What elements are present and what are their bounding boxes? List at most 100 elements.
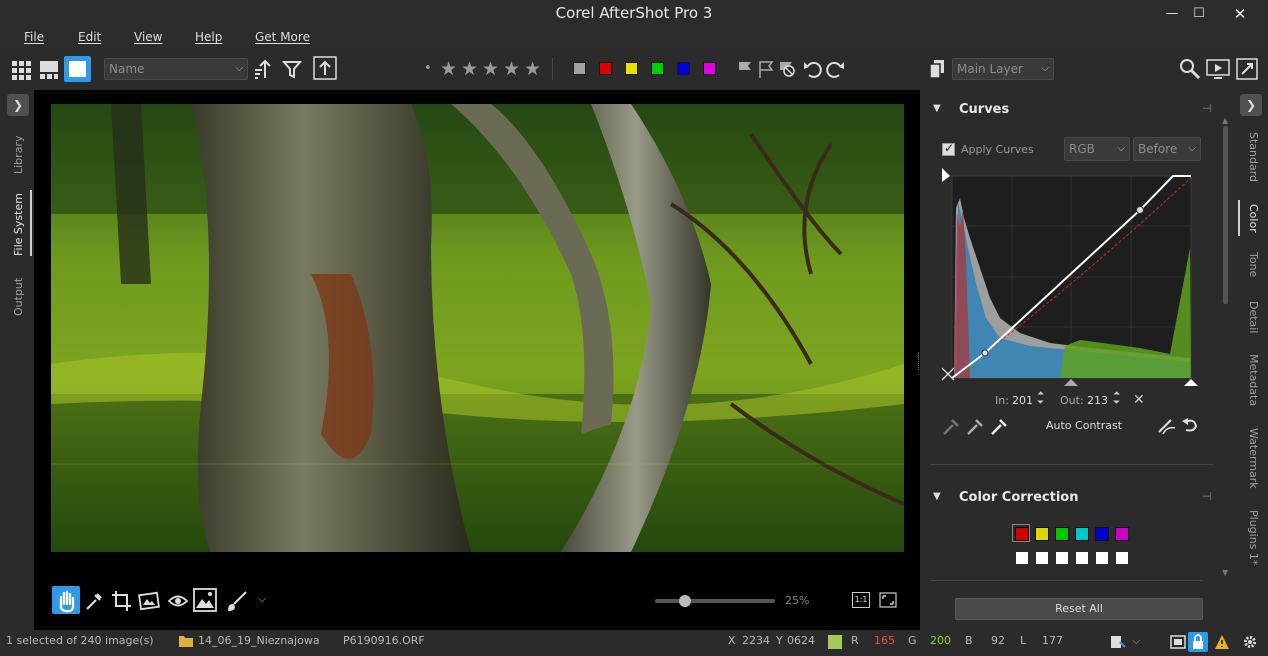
close-button[interactable]: ✕ — [1226, 4, 1254, 24]
flag-pick-icon[interactable] — [737, 58, 753, 80]
rating-star-2[interactable]: ★ — [461, 58, 478, 80]
splitter-handle[interactable] — [918, 352, 920, 370]
rating-clear-dot[interactable]: • — [424, 58, 432, 80]
panel-scrollbar[interactable]: ▲ ▼ — [1222, 116, 1230, 577]
filter-icon[interactable] — [282, 58, 302, 80]
reset-curve-icon[interactable] — [1180, 416, 1200, 436]
tab-watermark[interactable]: Watermark — [1247, 428, 1260, 489]
flag-reject-icon[interactable] — [758, 58, 774, 80]
tab-file-system[interactable]: File System — [12, 193, 25, 256]
eyedropper-icon[interactable] — [84, 590, 104, 612]
rating-star-5[interactable]: ★ — [524, 58, 541, 80]
settings-gear-icon[interactable] — [1242, 634, 1258, 650]
apply-curves-checkbox[interactable]: ✓ — [942, 141, 955, 156]
cc-target-swatch-5[interactable] — [1096, 552, 1108, 564]
tab-detail[interactable]: Detail — [1247, 301, 1260, 333]
color-label-1[interactable] — [573, 62, 586, 75]
zoom-slider-handle[interactable] — [679, 595, 691, 607]
tab-standard[interactable]: Standard — [1247, 132, 1260, 182]
channel-select[interactable]: RGB ⌵ — [1064, 137, 1130, 161]
tab-plugins[interactable]: Plugins 1* — [1247, 510, 1260, 565]
tab-tone[interactable]: Tone — [1247, 252, 1260, 277]
midtone-marker[interactable] — [1064, 379, 1078, 386]
cc-target-swatch-4[interactable] — [1076, 552, 1088, 564]
color-label-2[interactable] — [599, 62, 612, 75]
cc-color-swatch-6[interactable] — [1115, 527, 1129, 541]
black-point-picker-icon[interactable] — [942, 416, 962, 436]
auto-contrast-button[interactable]: Auto Contrast — [1046, 419, 1122, 432]
curves-collapse-icon[interactable]: ▼ — [933, 103, 941, 114]
color-label-4[interactable] — [651, 62, 664, 75]
color-label-5[interactable] — [677, 62, 690, 75]
cc-color-swatch-4[interactable] — [1075, 527, 1089, 541]
rating-star-1[interactable]: ★ — [440, 58, 457, 80]
menu-file[interactable]: File — [24, 30, 44, 44]
photo-preview[interactable] — [51, 104, 904, 552]
reset-all-button[interactable]: Reset All — [955, 598, 1203, 620]
zoom-slider[interactable] — [655, 595, 775, 607]
scrollbar-thumb[interactable] — [1223, 126, 1228, 304]
cc-color-swatch-3[interactable] — [1055, 527, 1069, 541]
sort-order-icon[interactable] — [253, 58, 275, 80]
black-clip-marker[interactable] — [942, 168, 950, 182]
zoom-fit-icon[interactable] — [879, 592, 897, 608]
cc-color-swatch-1[interactable] — [1015, 527, 1029, 541]
single-view-button[interactable] — [64, 56, 91, 82]
out-value-input[interactable]: 213 — [1087, 394, 1108, 407]
tab-metadata[interactable]: Metadata — [1247, 354, 1260, 406]
grid-view-icon[interactable] — [11, 58, 31, 80]
sort-select[interactable]: Name ⌵ — [104, 58, 248, 80]
pan-tool-button[interactable] — [52, 586, 80, 614]
rating-star-3[interactable]: ★ — [482, 58, 499, 80]
cc-target-swatch-1[interactable] — [1016, 552, 1028, 564]
cc-target-swatch-6[interactable] — [1116, 552, 1128, 564]
layer-select[interactable]: Main Layer ⌵ — [952, 58, 1054, 80]
in-value-input[interactable]: 201 — [1012, 394, 1033, 407]
color-correction-pin-icon[interactable]: ⊣ — [1202, 490, 1212, 503]
regions-icon[interactable] — [193, 588, 217, 612]
right-panel-toggle[interactable]: ❯ — [1240, 94, 1262, 116]
slideshow-icon[interactable] — [1206, 58, 1230, 80]
rating-star-4[interactable]: ★ — [503, 58, 520, 80]
tab-library[interactable]: Library — [12, 136, 25, 174]
fullscreen-icon[interactable] — [1236, 58, 1258, 80]
tools-more-chevron-icon[interactable]: ⌵ — [258, 592, 266, 606]
left-panel-toggle[interactable]: ❯ — [7, 94, 29, 116]
curves-histogram[interactable] — [940, 168, 1200, 390]
tab-color[interactable]: Color — [1247, 204, 1260, 233]
menu-view[interactable]: View — [134, 30, 162, 44]
color-correction-collapse-icon[interactable]: ▼ — [933, 491, 941, 502]
crop-icon[interactable] — [111, 590, 131, 612]
scroll-down-icon[interactable]: ▼ — [1222, 568, 1228, 577]
cc-color-swatch-2[interactable] — [1035, 527, 1049, 541]
flag-clear-icon[interactable] — [778, 58, 796, 80]
image-viewer[interactable] — [34, 90, 920, 630]
white-clip-marker[interactable] — [1184, 379, 1198, 386]
curves-pin-icon[interactable]: ⊣ — [1202, 102, 1212, 115]
straighten-icon[interactable] — [138, 590, 160, 612]
filmstrip-view-icon[interactable] — [39, 58, 59, 80]
brush-icon[interactable] — [226, 590, 248, 612]
color-label-6[interactable] — [703, 62, 716, 75]
cc-target-swatch-2[interactable] — [1036, 552, 1048, 564]
metadata-sync-icon[interactable] — [1110, 634, 1126, 650]
rotate-left-icon[interactable] — [803, 58, 823, 80]
lock-button[interactable] — [1188, 632, 1208, 652]
warning-icon[interactable] — [1214, 634, 1230, 650]
layers-icon[interactable] — [928, 58, 946, 80]
color-label-3[interactable] — [625, 62, 638, 75]
compare-select[interactable]: Before ⌵ — [1133, 137, 1201, 161]
zoom-1to1-button[interactable]: 1:1 — [852, 592, 870, 608]
red-eye-icon[interactable] — [167, 590, 189, 612]
menu-help[interactable]: Help — [195, 30, 222, 44]
scroll-up-icon[interactable]: ▲ — [1222, 116, 1228, 125]
gray-point-picker-icon[interactable] — [966, 416, 986, 436]
menu-edit[interactable]: Edit — [78, 30, 101, 44]
delete-point-icon[interactable]: ✕ — [1133, 392, 1145, 408]
menu-get-more[interactable]: Get More — [255, 30, 310, 44]
tab-output[interactable]: Output — [12, 278, 25, 316]
curve-point-low[interactable] — [981, 349, 989, 357]
cc-color-swatch-5[interactable] — [1095, 527, 1109, 541]
search-icon[interactable] — [1179, 58, 1201, 80]
fit-window-icon[interactable] — [1170, 634, 1186, 650]
